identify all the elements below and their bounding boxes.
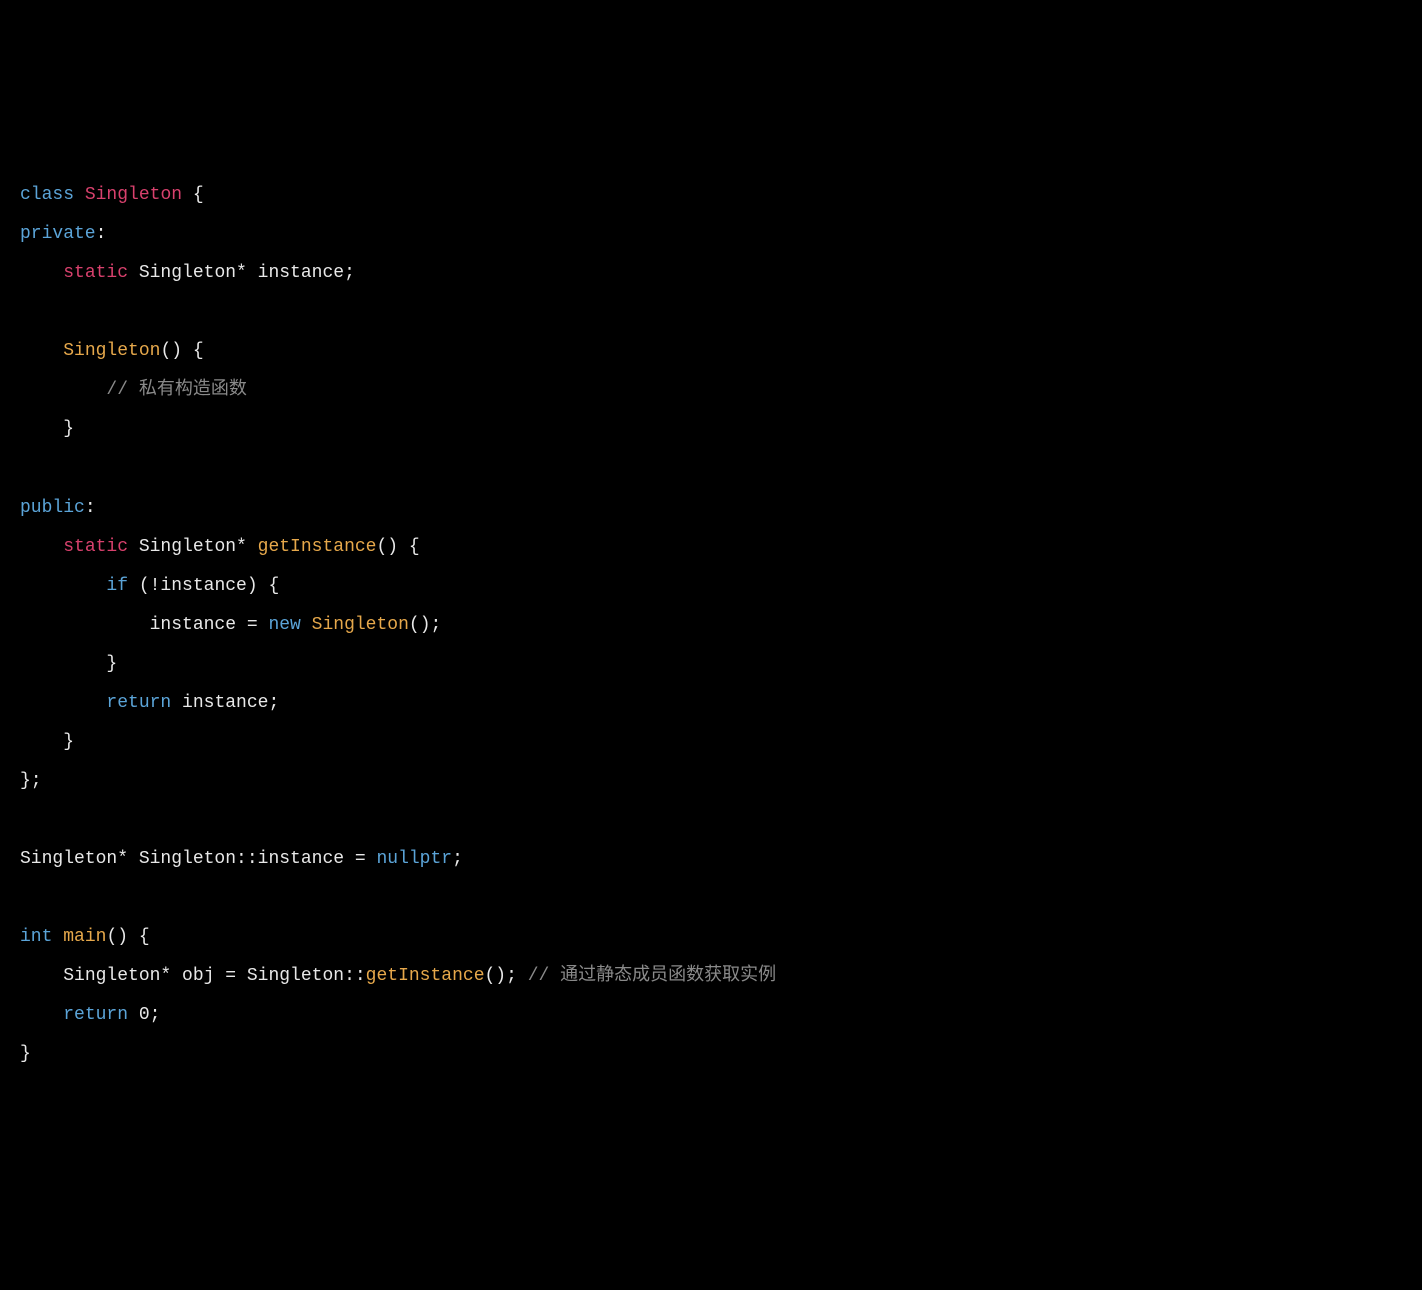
constructor-call: Singleton [312, 615, 409, 635]
code-line: instance = new Singleton(); [20, 615, 441, 635]
keyword-int: int [20, 927, 52, 947]
function-call: getInstance [366, 966, 485, 986]
code-line: return instance; [20, 693, 279, 713]
code-line: class Singleton { [20, 185, 204, 205]
code-line: int main() { [20, 927, 150, 947]
code-line: } [20, 419, 74, 439]
keyword-if: if [106, 576, 128, 596]
code-line: Singleton() { [20, 341, 204, 361]
constructor-name: Singleton [63, 341, 160, 361]
declaration: Singleton* Singleton::instance = [20, 849, 376, 869]
comment: // 通过静态成员函数获取实例 [528, 966, 776, 986]
declaration: Singleton* instance; [128, 263, 355, 283]
keyword-static: static [63, 263, 128, 283]
code-line: public: [20, 498, 96, 518]
code-line: Singleton* Singleton::instance = nullptr… [20, 849, 463, 869]
keyword-public: public [20, 498, 85, 518]
code-block: class Singleton { private: static Single… [20, 176, 1402, 1074]
comment: // 私有构造函数 [106, 380, 246, 400]
keyword-class: class [20, 185, 74, 205]
code-line: private: [20, 224, 106, 244]
code-line: Singleton* obj = Singleton::getInstance(… [20, 966, 776, 986]
code-line: }; [20, 771, 42, 791]
keyword-return: return [106, 693, 171, 713]
code-line: // 私有构造函数 [20, 380, 247, 400]
code-line: if (!instance) { [20, 576, 279, 596]
keyword-private: private [20, 224, 96, 244]
code-line: static Singleton* instance; [20, 263, 355, 283]
keyword-return: return [63, 1005, 128, 1025]
nullptr-literal: nullptr [376, 849, 452, 869]
code-line: } [20, 732, 74, 752]
keyword-static: static [63, 537, 128, 557]
function-name: getInstance [258, 537, 377, 557]
code-line: } [20, 1044, 31, 1064]
code-line: static Singleton* getInstance() { [20, 537, 420, 557]
code-line: return 0; [20, 1005, 160, 1025]
code-line: } [20, 654, 117, 674]
keyword-new: new [268, 615, 300, 635]
class-name: Singleton [85, 185, 182, 205]
function-main: main [63, 927, 106, 947]
